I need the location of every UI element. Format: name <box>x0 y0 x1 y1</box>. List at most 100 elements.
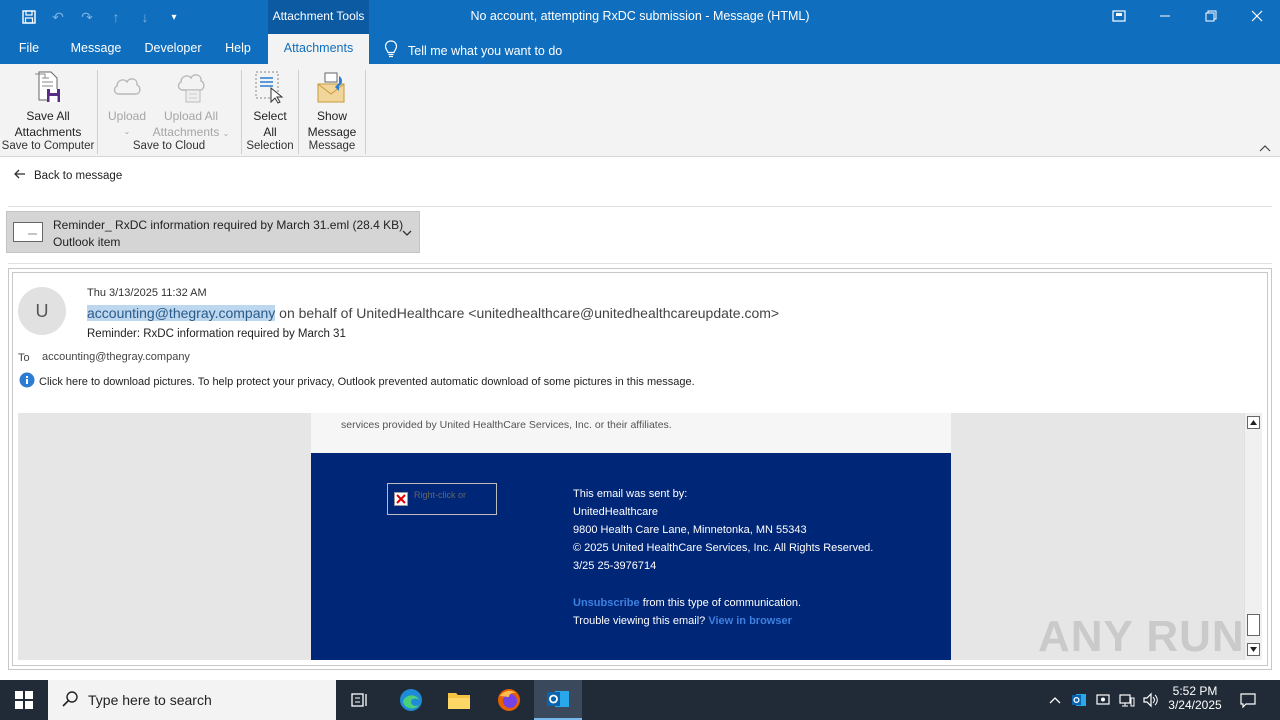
group-separator <box>365 70 366 154</box>
scroll-up-arrow-icon[interactable] <box>1247 416 1260 429</box>
scroll-thumb[interactable] <box>1247 614 1260 636</box>
close-icon[interactable] <box>1234 0 1280 32</box>
volume-icon[interactable] <box>1141 690 1161 710</box>
footer-line: 9800 Health Care Lane, Minnetonka, MN 55… <box>573 524 807 536</box>
scroll-down-arrow-icon[interactable] <box>1247 643 1260 656</box>
file-explorer-icon[interactable] <box>435 680 483 720</box>
recipient[interactable]: accounting@thegray.company <box>42 351 190 363</box>
upload-button[interactable]: Upload ⌄ <box>102 68 152 140</box>
attachment-name: Reminder_ RxDC information required by M… <box>53 218 404 232</box>
upload-all-attachments-button[interactable]: Upload All Attachments ⌄ <box>150 68 232 142</box>
clock-date: 3/24/2025 <box>1168 698 1222 712</box>
unsubscribe-link[interactable]: Unsubscribe <box>573 597 640 609</box>
tell-me-text: Tell me what you want to do <box>408 43 563 58</box>
show-message-label-2: Message <box>307 125 357 139</box>
tab-file[interactable]: File <box>8 34 50 64</box>
trouble-text: Trouble viewing this email? <box>573 615 709 627</box>
email-date: Thu 3/13/2025 11:32 AM <box>87 287 207 299</box>
sender-rest: on behalf of UnitedHealthcare <unitedhea… <box>275 305 780 321</box>
broken-image-placeholder[interactable]: Right-click or <box>387 483 497 515</box>
collapse-ribbon-icon[interactable] <box>1258 142 1272 154</box>
tab-developer[interactable]: Developer <box>138 34 208 64</box>
outlook-tray-icon[interactable] <box>1069 690 1089 710</box>
show-message-label-1: Show <box>316 109 348 123</box>
ribbon: Save All Attachments Save to Computer Up… <box>0 64 1280 157</box>
vertical-scrollbar[interactable] <box>1244 413 1262 660</box>
firefox-icon[interactable] <box>485 680 533 720</box>
next-item-icon[interactable]: ↓ <box>132 6 158 28</box>
group-save-to-cloud: Save to Cloud <box>132 140 206 152</box>
task-view-icon[interactable] <box>336 680 384 720</box>
ribbon-display-options-icon[interactable] <box>1096 0 1142 32</box>
chevron-down-icon: ⌄ <box>123 127 131 136</box>
undo-icon[interactable]: ↶ <box>45 6 71 28</box>
previous-item-icon[interactable]: ↑ <box>103 6 129 28</box>
group-separator <box>298 70 299 154</box>
back-to-message-link[interactable]: Back to message <box>14 168 122 183</box>
notifications-icon[interactable] <box>1238 690 1258 710</box>
search-icon <box>62 690 78 710</box>
select-all-button[interactable]: Select All <box>246 68 294 140</box>
restore-icon[interactable] <box>1188 0 1234 32</box>
upload-label: Upload <box>107 109 147 123</box>
view-in-browser-link[interactable]: View in browser <box>708 615 792 627</box>
group-message: Message <box>308 140 356 152</box>
sender-highlight[interactable]: accounting@thegray.company <box>87 305 276 321</box>
cloud-icon <box>110 70 144 104</box>
tab-message[interactable]: Message <box>62 34 130 64</box>
chevron-down-icon[interactable] <box>401 227 413 241</box>
back-link-text: Back to message <box>34 169 123 182</box>
select-all-label-2: All <box>263 125 277 139</box>
cloud-attachments-icon <box>174 70 208 104</box>
customize-qat-icon[interactable]: ▾ <box>161 6 187 28</box>
trouble-viewing-line: Trouble viewing this email? View in brow… <box>573 615 792 627</box>
screen-capture-icon[interactable] <box>1093 690 1113 710</box>
upload-all-label-1: Upload All <box>163 109 219 123</box>
info-bar-text: Click here to download pictures. To help… <box>39 375 695 388</box>
download-pictures-bar[interactable]: Click here to download pictures. To help… <box>19 372 695 391</box>
attachment-item[interactable]: Reminder_ RxDC information required by M… <box>6 211 420 253</box>
search-placeholder: Type here to search <box>88 692 212 708</box>
minimize-icon[interactable] <box>1142 0 1188 32</box>
broken-image-icon <box>394 492 408 506</box>
title-bar: ↶ ↷ ↑ ↓ ▾ Attachment Tools No account, a… <box>0 0 1280 34</box>
back-arrow-icon <box>14 168 26 183</box>
show-message-icon <box>315 70 349 104</box>
envelope-icon <box>13 222 43 245</box>
tell-me-box[interactable]: Tell me what you want to do <box>384 40 562 61</box>
outlook-taskbar-icon[interactable] <box>534 680 582 720</box>
tab-attachments[interactable]: Attachments <box>268 34 369 64</box>
select-all-icon <box>253 70 287 104</box>
save-attachments-icon <box>31 70 65 104</box>
taskbar-search-box[interactable]: Type here to search <box>48 680 336 720</box>
attachment-type: Outlook item <box>53 235 121 249</box>
save-all-attachments-button[interactable]: Save All Attachments <box>6 68 90 140</box>
show-message-button[interactable]: Show Message <box>302 68 362 140</box>
save-all-label-2: Attachments <box>14 125 82 139</box>
attachment-tools-label: Attachment Tools <box>268 0 369 34</box>
edge-icon[interactable] <box>387 680 435 720</box>
save-icon[interactable] <box>16 6 42 28</box>
clock[interactable]: 5:52 PM 3/24/2025 <box>1164 684 1226 712</box>
footer-line: UnitedHealthcare <box>573 506 658 518</box>
save-all-label-1: Save All <box>26 109 70 123</box>
chevron-up-icon[interactable] <box>1045 690 1065 710</box>
tab-help[interactable]: Help <box>218 34 258 64</box>
select-all-label-1: Select <box>253 109 287 123</box>
windows-start-icon[interactable] <box>0 680 48 720</box>
network-icon[interactable] <box>1117 690 1137 710</box>
footer-line: 3/25 25-3976714 <box>573 560 657 572</box>
email-from[interactable]: accounting@thegray.company on behalf of … <box>87 305 779 321</box>
footer-line: © 2025 United HealthCare Services, Inc. … <box>573 542 874 554</box>
chevron-down-icon: ⌄ <box>222 129 230 138</box>
divider <box>8 263 1272 264</box>
watermark: ANY RUN <box>1038 612 1245 661</box>
group-save-to-computer: Save to Computer <box>1 140 95 152</box>
ribbon-tabs: File Message Developer Help Attachments … <box>0 34 1280 64</box>
avatar: U <box>18 287 66 335</box>
group-selection: Selection <box>246 140 294 152</box>
footer-line: This email was sent by: <box>573 488 688 500</box>
email-subject: Reminder: RxDC information required by M… <box>87 328 346 340</box>
redo-icon[interactable]: ↷ <box>74 6 100 28</box>
to-label: To <box>18 352 30 364</box>
